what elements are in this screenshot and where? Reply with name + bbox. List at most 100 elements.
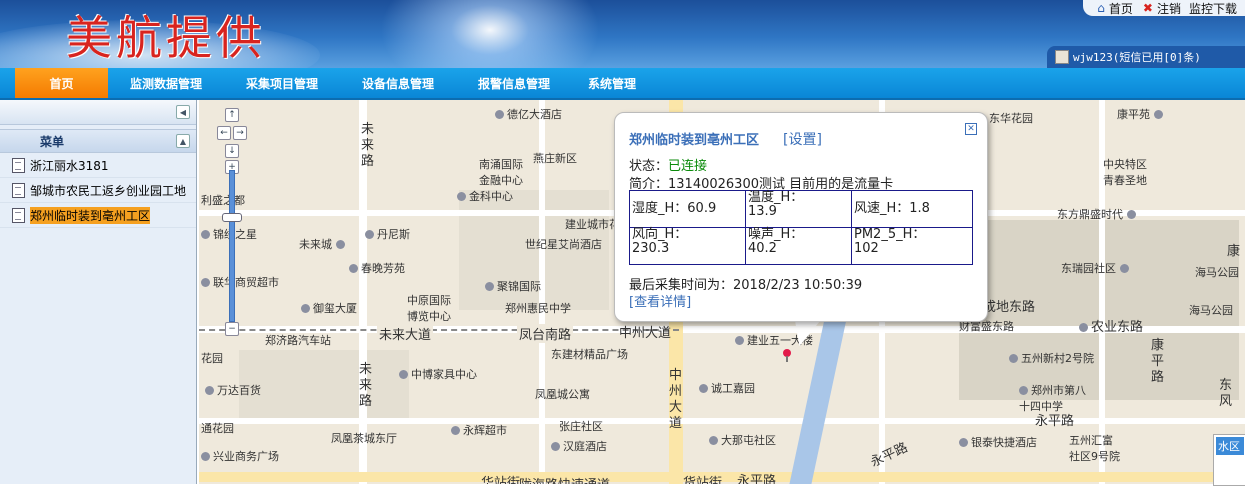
tree-item-lishui[interactable]: 浙江丽水3181 — [0, 153, 196, 178]
map-label: 未 来 路 — [359, 362, 373, 409]
collapse-left-icon[interactable]: ◀ — [176, 105, 190, 119]
table-row: 风向_H： 230.3 噪声_H： 40.2 PM2_5_H： 102 — [629, 227, 973, 265]
nav-item-system[interactable]: 系统管理 — [572, 68, 652, 98]
map-label: 万达百货 — [205, 382, 261, 398]
document-icon — [12, 182, 25, 198]
close-icon[interactable]: ✕ — [965, 123, 977, 135]
map-label: 德亿大酒店 — [495, 106, 562, 122]
reading-cell: 噪声_H： 40.2 — [745, 227, 852, 265]
status-value: 已连接 — [668, 159, 708, 174]
table-row: 湿度_H：60.9 温度_H： 13.9 风速_H：1.8 — [629, 190, 973, 228]
map-label: 南涌国际 金融中心 — [479, 158, 523, 187]
home-icon: ⌂ — [1097, 1, 1105, 15]
map-label: 未来城 — [299, 236, 348, 252]
map-label: 凤台南路 — [517, 324, 574, 343]
map-label: 中原国际 博览中心 — [407, 294, 451, 323]
map-label: 花园 — [201, 352, 223, 365]
map-label: 郑济路汽车站 — [265, 334, 331, 347]
zoom-out-icon[interactable]: − — [225, 322, 239, 336]
user-bar: wjw123(短信已用[0]条) — [1047, 46, 1245, 68]
reading-cell: 温度_H： 13.9 — [745, 190, 852, 228]
app-logo: 美航提供 — [66, 11, 266, 65]
water-area-button[interactable]: 水区 — [1213, 434, 1245, 486]
main-nav: 首页 监测数据管理 采集项目管理 设备信息管理 报警信息管理 系统管理 — [0, 68, 1245, 100]
nav-item-home[interactable]: 首页 — [15, 68, 108, 98]
map-label: 货站街 — [683, 476, 723, 484]
map-railway — [199, 329, 679, 331]
map-label: 诚工嘉园 — [699, 380, 755, 396]
close-icon: ✖ — [1142, 1, 1153, 15]
map-label: 未 来 路 — [361, 122, 375, 169]
user-icon — [1055, 50, 1069, 64]
popup-title: 郑州临时装到亳州工区 — [629, 133, 760, 148]
user-info: wjw123(短信已用[0]条) — [1073, 51, 1201, 64]
map-label: 永平路 — [868, 440, 911, 471]
map-label: 陇海路快速通道 — [519, 474, 610, 484]
home-link[interactable]: 首页 — [1109, 0, 1133, 17]
map-label: 东 风 — [1219, 378, 1233, 409]
map-zoom-control: ↑ ← → ↓ + − — [217, 108, 257, 338]
map-label: 永平路 — [737, 474, 777, 484]
map-label: 银泰快捷酒店 — [959, 434, 1037, 450]
monitor-download-link[interactable]: 监控下载 — [1189, 0, 1237, 17]
header-glow-decoration — [380, 0, 600, 68]
app-header: 美航提供 ⌂ 首页 ✖ 注销 监控下载 wjw123(短信已用[0]条) — [0, 0, 1245, 68]
map-label: 郑州惠民中学 — [505, 302, 571, 315]
pan-down-icon[interactable]: ↓ — [225, 144, 239, 158]
map-label: 兴业商务广场 — [201, 448, 279, 464]
tree-item-zoucheng[interactable]: 邹城市农民工返乡创业园工地 — [0, 178, 196, 203]
map-label: 大那屯社区 — [709, 432, 776, 448]
map-label: 东方鼎盛时代 — [1057, 206, 1139, 222]
map-label: 未来大道 — [377, 324, 434, 343]
map-label: 东瑞园社区 — [1061, 260, 1132, 276]
document-icon — [12, 157, 25, 173]
pan-left-icon[interactable]: ← — [217, 126, 231, 140]
map-label: 燕庄新区 — [533, 152, 577, 165]
zoom-slider-track[interactable] — [229, 170, 235, 322]
map-label: 华站街 — [481, 476, 521, 484]
pan-right-icon[interactable]: → — [233, 126, 247, 140]
map-label: 中 州 大 道 — [669, 368, 683, 431]
map-label: 海马公园 — [1189, 304, 1233, 317]
sidebar: ◀ 菜单 ▲ 浙江丽水3181 邹城市农民工返乡创业园工地 郑州临时装到亳州工区 — [0, 100, 197, 484]
map-label: 丹尼斯 — [365, 226, 410, 242]
map-label: 张庄社区 — [559, 420, 603, 433]
zoom-slider-knob[interactable] — [222, 213, 242, 222]
tree-item-zhengzhou[interactable]: 郑州临时装到亳州工区 — [0, 203, 196, 228]
map-label: 东建材精品广场 — [551, 348, 628, 361]
map-label: 中博家具中心 — [399, 366, 477, 382]
map-label: 凤凰城公寓 — [535, 388, 590, 401]
map-label: 农业东路 — [1079, 316, 1143, 335]
map-label: 御玺大厦 — [301, 300, 357, 316]
nav-item-monitor-data[interactable]: 监测数据管理 — [108, 68, 224, 98]
logout-link[interactable]: 注销 — [1157, 0, 1181, 17]
top-links: ⌂ 首页 ✖ 注销 监控下载 — [1083, 0, 1245, 16]
map-label: 五州汇富 社区9号院 — [1069, 434, 1120, 463]
map-label: 聚锦国际 — [485, 278, 541, 294]
map-label: 中央特区 青春圣地 — [1103, 158, 1147, 187]
map-label: 康 — [1227, 244, 1241, 259]
map-label: 康平苑 — [1117, 106, 1166, 122]
sidebar-toolbar: ◀ — [0, 100, 196, 125]
reading-cell: 风速_H：1.8 — [851, 190, 973, 228]
map-label: 凤凰茶城东厅 — [331, 432, 397, 445]
reading-cell: PM2_5_H： 102 — [851, 227, 973, 265]
nav-item-device-info[interactable]: 设备信息管理 — [340, 68, 456, 98]
popup-status: 状态：已连接 — [629, 155, 707, 174]
map-label: 通花园 — [201, 422, 234, 435]
nav-item-alarm-info[interactable]: 报警信息管理 — [456, 68, 572, 98]
device-marker-icon[interactable] — [783, 349, 791, 362]
collapse-up-icon[interactable]: ▲ — [176, 134, 190, 148]
reading-cell: 风向_H： 230.3 — [629, 227, 746, 265]
readings-table: 湿度_H：60.9 温度_H： 13.9 风速_H：1.8 风向_H： 230.… — [629, 190, 973, 265]
view-detail-link[interactable]: [查看详情] — [629, 291, 691, 310]
map-block — [239, 350, 409, 420]
tree-item-label-selected: 郑州临时装到亳州工区 — [30, 206, 151, 224]
map-label: 东华花园 — [989, 112, 1033, 125]
pan-up-icon[interactable]: ↑ — [225, 108, 239, 122]
nav-item-collect-project[interactable]: 采集项目管理 — [224, 68, 340, 98]
info-popup: 郑州临时装到亳州工区 [设置] ✕ 状态：已连接 简介：13140026300测… — [614, 112, 988, 322]
water-area-label: 水区 — [1216, 437, 1244, 455]
settings-link[interactable]: [设置] — [783, 129, 822, 149]
map-label: 汉庭酒店 — [551, 438, 607, 454]
